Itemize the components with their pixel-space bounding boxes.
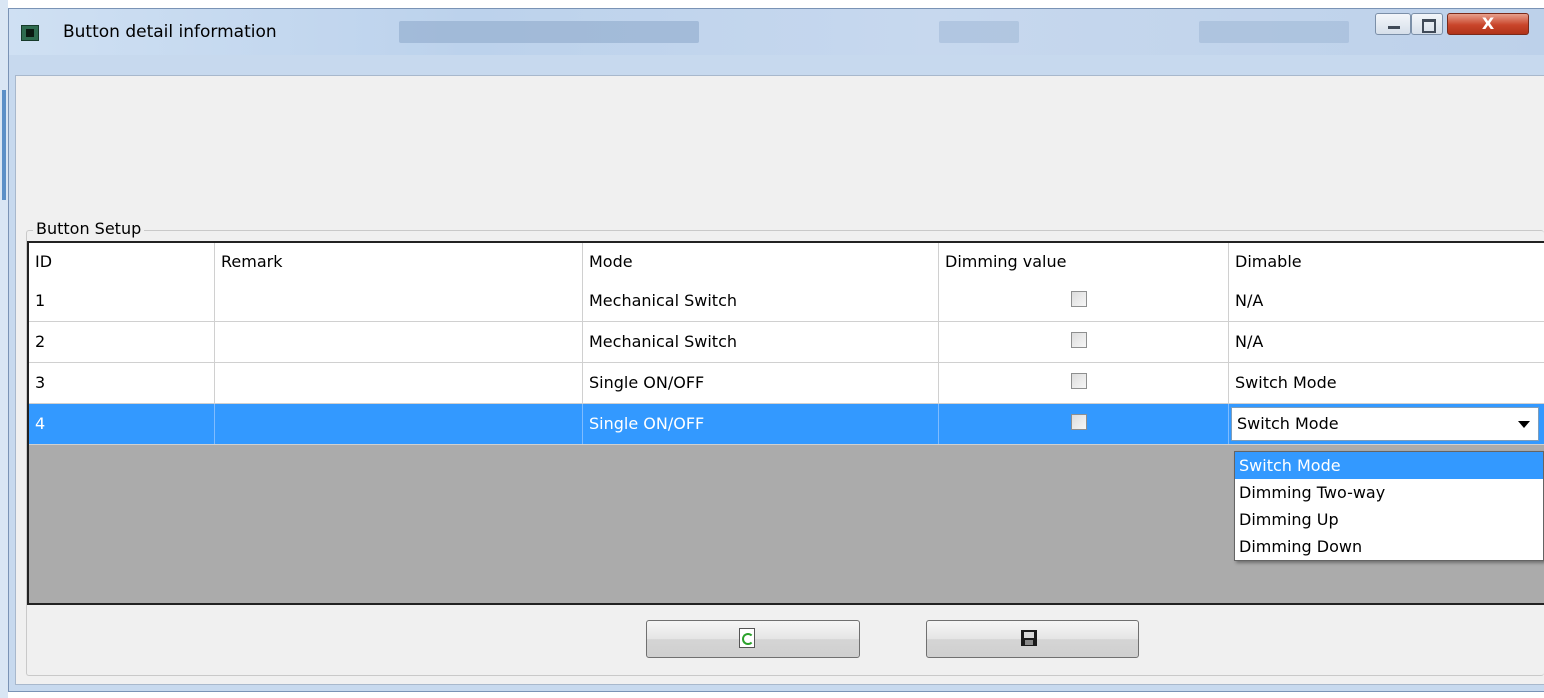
dialog-window: Button detail information X Button Setup…	[8, 8, 1544, 692]
cell-mode[interactable]: Mechanical Switch	[583, 322, 939, 362]
column-header-mode[interactable]: Mode	[583, 243, 939, 281]
cell-remark[interactable]	[215, 404, 583, 444]
cell-id[interactable]: 1	[29, 281, 215, 321]
close-icon: X	[1481, 14, 1495, 33]
title-bar[interactable]: Button detail information X	[9, 9, 1544, 55]
dimming-value-checkbox[interactable]	[1071, 414, 1087, 430]
save-icon	[1021, 630, 1037, 646]
save-button[interactable]	[926, 620, 1139, 658]
background-ghost	[1199, 21, 1349, 43]
cell-dimming-value	[939, 322, 1229, 362]
cell-remark[interactable]	[215, 281, 583, 321]
dropdown-option-dimming-down[interactable]: Dimming Down	[1235, 533, 1543, 560]
cell-id[interactable]: 3	[29, 363, 215, 403]
column-header-remark[interactable]: Remark	[215, 243, 583, 281]
dimable-dropdown[interactable]: Switch Mode	[1231, 407, 1539, 441]
close-button[interactable]: X	[1447, 13, 1529, 35]
column-header-dimable[interactable]: Dimable	[1229, 243, 1544, 281]
app-icon	[21, 25, 39, 41]
column-header-dimming-value[interactable]: Dimming value	[939, 243, 1229, 281]
table-row[interactable]: 3 Single ON/OFF Switch Mode	[29, 363, 1544, 404]
cell-remark[interactable]	[215, 363, 583, 403]
dropdown-option-dimming-two-way[interactable]: Dimming Two-way	[1235, 479, 1543, 506]
dimming-value-checkbox[interactable]	[1071, 332, 1087, 348]
cell-mode[interactable]: Single ON/OFF	[583, 363, 939, 403]
cell-dimable[interactable]: N/A	[1229, 281, 1544, 321]
maximize-button[interactable]	[1411, 13, 1443, 35]
cell-id[interactable]: 2	[29, 322, 215, 362]
dropdown-value: Switch Mode	[1237, 414, 1339, 433]
background-ghost	[939, 21, 1019, 43]
table-row-selected[interactable]: 4 Single ON/OFF Switch Mode	[29, 404, 1544, 445]
window-title: Button detail information	[63, 22, 277, 42]
background-ghost	[399, 21, 699, 43]
refresh-icon	[739, 628, 755, 648]
table-header: ID Remark Mode Dimming value Dimable	[29, 243, 1544, 282]
dimable-dropdown-list[interactable]: Switch Mode Dimming Two-way Dimming Up D…	[1234, 451, 1544, 561]
chevron-down-icon[interactable]	[1518, 421, 1530, 428]
cell-dimable[interactable]: N/A	[1229, 322, 1544, 362]
background-window-edge	[0, 0, 8, 698]
dropdown-option-switch-mode[interactable]: Switch Mode	[1235, 452, 1543, 479]
cell-mode[interactable]: Single ON/OFF	[583, 404, 939, 444]
dropdown-option-dimming-up[interactable]: Dimming Up	[1235, 506, 1543, 533]
cell-id[interactable]: 4	[29, 404, 215, 444]
table-row[interactable]: 2 Mechanical Switch N/A	[29, 322, 1544, 363]
column-header-id[interactable]: ID	[29, 243, 215, 281]
client-area: Button Setup ID Remark Mode Dimming valu…	[15, 75, 1544, 685]
table-row[interactable]: 1 Mechanical Switch N/A	[29, 281, 1544, 322]
cell-dimable[interactable]: Switch Mode	[1229, 363, 1544, 403]
refresh-button[interactable]	[646, 620, 860, 658]
cell-dimming-value	[939, 404, 1229, 444]
minimize-button[interactable]	[1375, 13, 1411, 35]
dimming-value-checkbox[interactable]	[1071, 373, 1087, 389]
group-legend: Button Setup	[33, 219, 145, 238]
cell-remark[interactable]	[215, 322, 583, 362]
cell-mode[interactable]: Mechanical Switch	[583, 281, 939, 321]
cell-dimming-value	[939, 281, 1229, 321]
cell-dimming-value	[939, 363, 1229, 403]
dimming-value-checkbox[interactable]	[1071, 291, 1087, 307]
